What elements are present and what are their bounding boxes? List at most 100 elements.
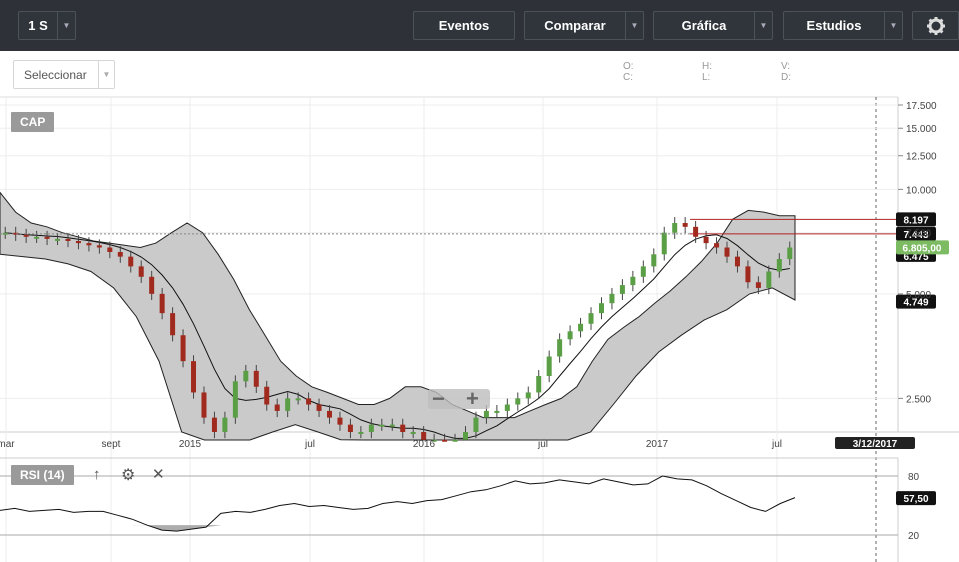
candle-body — [96, 245, 102, 248]
rsi-value-label: 57,50 — [903, 494, 928, 505]
candle-body — [232, 381, 238, 418]
x-tick-label: jul — [304, 439, 315, 450]
date-flag-label: 3/12/2017 — [853, 439, 898, 450]
candle-body — [23, 234, 29, 237]
y-tick-label: 2.500 — [906, 394, 931, 405]
candle-body — [65, 238, 71, 241]
candle-body — [86, 243, 92, 246]
candle-body — [410, 432, 416, 434]
y-tick-label: 15.000 — [906, 124, 937, 135]
candle-body — [557, 339, 563, 357]
candle-body — [128, 256, 134, 267]
symbol-tag[interactable]: CAP — [11, 112, 55, 132]
candle-body — [274, 404, 280, 411]
candle-body — [609, 293, 615, 304]
arrow-up-icon[interactable]: ↑ — [93, 466, 101, 483]
candle-body — [515, 398, 521, 405]
rsi-line — [0, 475, 796, 532]
candle-body — [358, 432, 364, 434]
candle-body — [640, 266, 646, 277]
plus-icon[interactable]: + — [466, 386, 479, 412]
candle-body — [494, 410, 500, 413]
candle-body — [693, 226, 699, 237]
candle-body — [734, 256, 740, 267]
x-tick-label: 2017 — [646, 439, 669, 450]
candle-body — [504, 404, 510, 411]
candle-body — [703, 236, 709, 244]
candle-body — [745, 266, 751, 283]
x-tick-label: 2016 — [413, 439, 436, 450]
candle-body — [180, 335, 186, 362]
candle-body — [201, 392, 207, 418]
candle-body — [452, 439, 458, 442]
candle-body — [117, 252, 123, 257]
candle-body — [672, 223, 678, 233]
candle-body — [661, 232, 667, 255]
candle-body — [525, 392, 531, 399]
candle-body — [149, 276, 155, 294]
candle-body — [316, 404, 322, 411]
x-tick-label: jul — [537, 439, 548, 450]
candle-body — [536, 375, 542, 393]
candle-body — [55, 238, 61, 241]
candle-body — [44, 236, 50, 239]
candle-body — [567, 331, 573, 340]
x-tick-label: jul — [771, 439, 782, 450]
candle-body — [368, 424, 374, 432]
candle-body — [400, 424, 406, 432]
x-tick-label: 2015 — [179, 439, 202, 450]
y-tick-label: 17.500 — [906, 101, 937, 112]
rsi-tag[interactable]: RSI (14) — [11, 465, 74, 485]
candle-body — [483, 410, 489, 418]
candle-body — [243, 370, 249, 382]
candle-body — [347, 424, 353, 432]
candle-body — [75, 240, 81, 244]
candle-body — [630, 276, 636, 286]
candle-body — [306, 398, 312, 405]
candle-body — [34, 236, 40, 239]
candle-body — [264, 386, 270, 405]
candle-body — [682, 223, 688, 227]
y-tick-label: 5.000 — [906, 290, 931, 301]
gear-icon[interactable]: ⚙ — [121, 465, 135, 485]
candle-body — [327, 410, 333, 418]
candle-body — [598, 303, 604, 314]
candle-body — [724, 247, 730, 257]
candle-body — [787, 247, 793, 260]
candle-body — [755, 282, 761, 288]
candle-body — [462, 432, 468, 440]
candle-body — [619, 285, 625, 294]
candle-body — [170, 313, 176, 336]
candle-body — [714, 243, 720, 248]
rsi-tick-label: 20 — [908, 531, 920, 542]
candle-body — [588, 313, 594, 324]
candle-body — [253, 370, 259, 387]
candle-body — [191, 361, 197, 393]
chart-canvas[interactable]: 8.1977.4436.4756.805,004.7493/12/2017 17… — [0, 0, 959, 562]
price-flag-label: 8.197 — [903, 215, 928, 226]
candle-body — [285, 398, 291, 411]
candle-body — [379, 424, 385, 427]
close-icon[interactable]: ✕ — [152, 465, 165, 483]
rsi-tick-label: 80 — [908, 472, 920, 483]
candle-body — [766, 271, 772, 288]
minus-icon[interactable]: − — [432, 386, 445, 412]
x-tick-label: mar — [0, 439, 15, 450]
y-tick-label: 7.500 — [906, 229, 931, 240]
x-tick-label: sept — [102, 439, 121, 450]
candle-body — [651, 254, 657, 267]
y-tick-label: 12.500 — [906, 152, 937, 163]
candle-body — [222, 417, 228, 432]
candle-body — [389, 424, 395, 427]
last-price-label: 6.805,00 — [903, 243, 942, 254]
candle-body — [295, 398, 301, 401]
candle-body — [546, 356, 552, 376]
candle-body — [776, 259, 782, 272]
candle-body — [138, 266, 144, 277]
candle-body — [211, 417, 217, 432]
candle-body — [473, 417, 479, 432]
candle-body — [337, 417, 343, 425]
candle-body — [442, 439, 448, 442]
candle-body — [159, 293, 165, 314]
y-tick-label: 10.000 — [906, 185, 937, 196]
